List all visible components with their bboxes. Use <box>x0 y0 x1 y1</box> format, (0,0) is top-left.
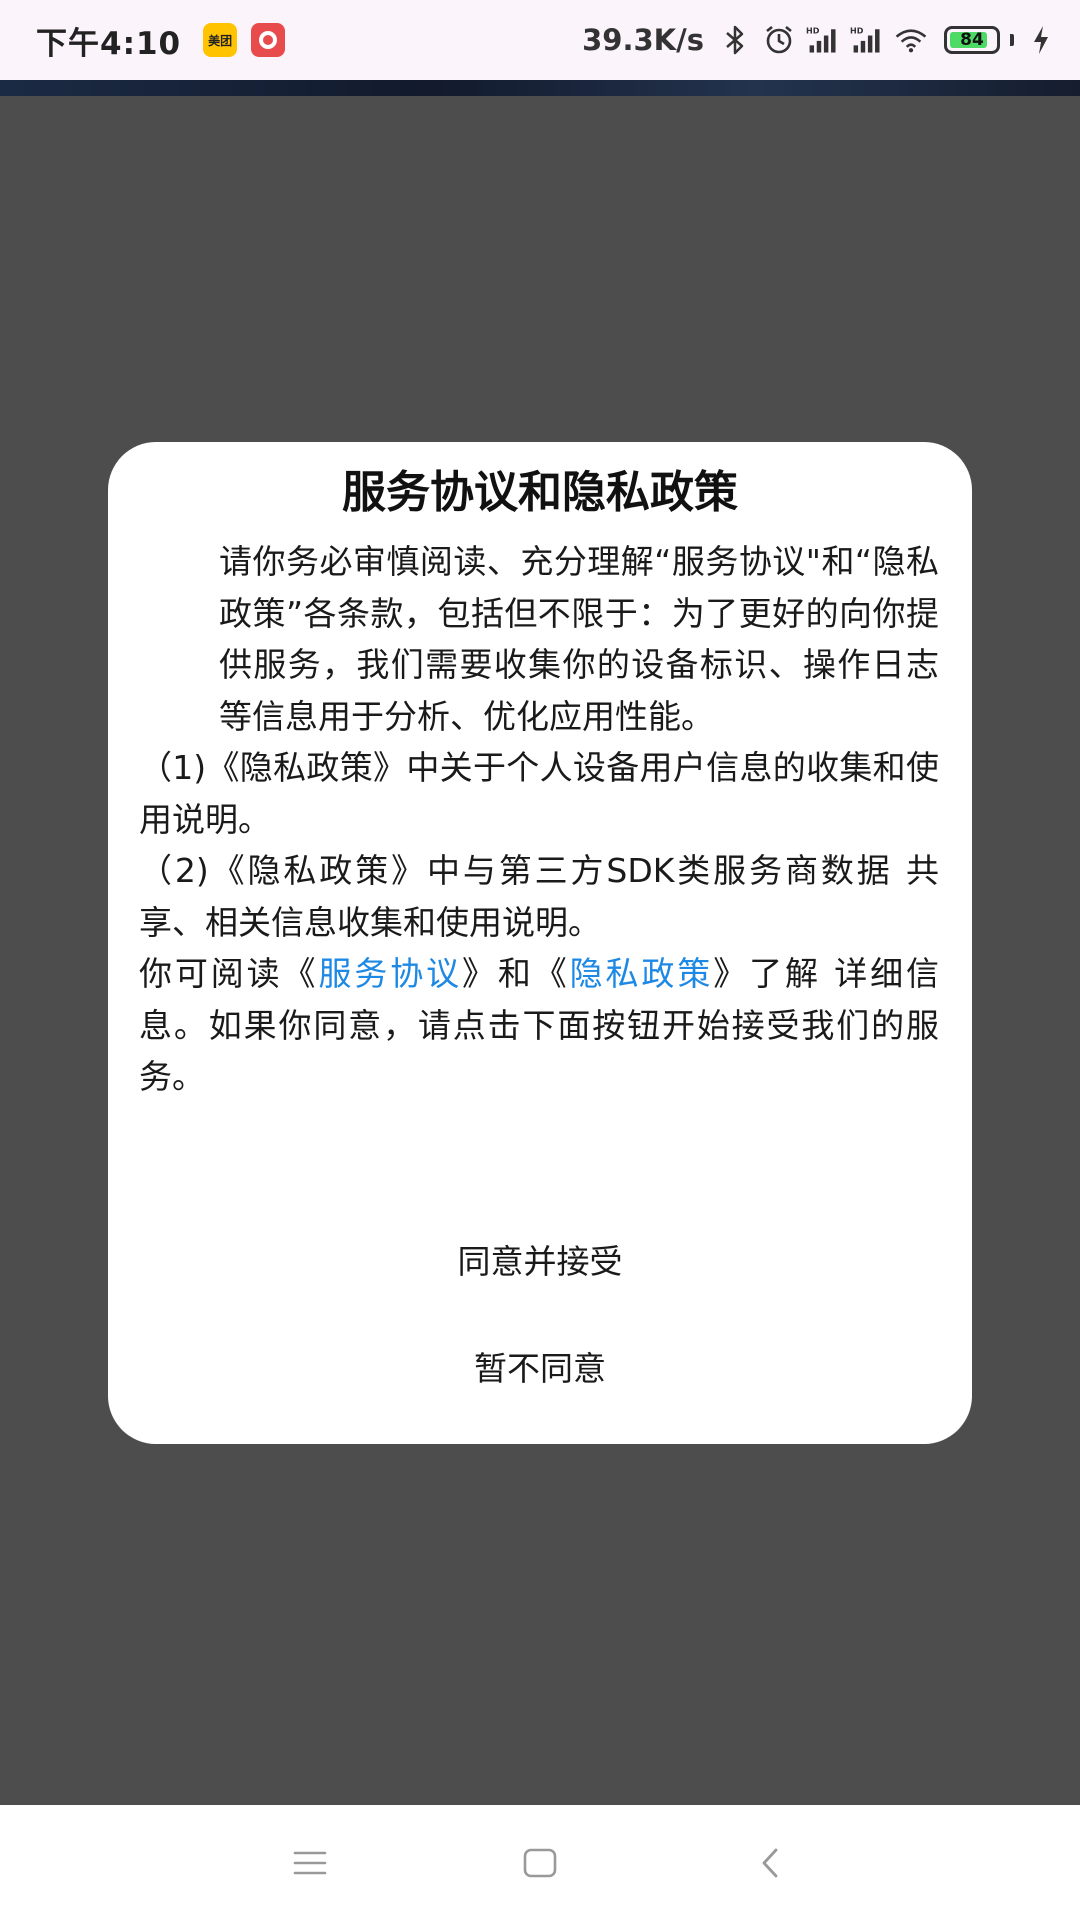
svg-text:HD: HD <box>806 27 820 36</box>
battery-level: 84 <box>960 30 984 50</box>
closing-prefix: 你可阅读《 <box>139 954 319 993</box>
home-icon[interactable] <box>510 1833 570 1893</box>
disagree-button[interactable]: 暂不同意 <box>108 1339 972 1399</box>
svg-text:HD: HD <box>850 27 864 36</box>
status-right-group: 39.3K/s HD HD 84 <box>582 23 1058 57</box>
dialog-closing: 你可阅读《服务协议》和《隐私政策》了解 详细信息。如果你同意，请点击下面按钮开始… <box>139 948 939 1103</box>
meituan-app-icon: 美团 <box>203 23 238 57</box>
dialog-item-2: （2)《隐私政策》中与第三方SDK类服务商数据 共享、相关信息收集和使用说明。 <box>139 851 939 942</box>
signal-hd-icon: HD <box>850 23 884 57</box>
dialog-intro: 请你务必审慎阅读、充分理解“服务协议"和“隐私政策”各条款，包括但不限于：为了更… <box>219 542 939 736</box>
alarm-icon <box>762 23 796 57</box>
status-time: 下午4:10 <box>36 25 182 62</box>
charging-icon <box>1024 23 1058 57</box>
dialog-item-1: （1)《隐私政策》中关于个人设备用户信息的收集和使用说明。 <box>139 748 939 839</box>
status-bar: 下午4:10 美团 39.3K/s HD HD 84 <box>0 0 1080 80</box>
battery-tip <box>1010 34 1014 46</box>
privacy-dialog: 服务协议和隐私政策 请你务必审慎阅读、充分理解“服务协议"和“隐私政策”各条款，… <box>108 442 972 1444</box>
red-app-icon <box>251 23 286 57</box>
bluetooth-icon <box>718 23 752 57</box>
closing-middle: 》和《 <box>461 954 570 993</box>
battery-icon: 84 <box>944 26 1000 54</box>
signal-hd-icon: HD <box>806 23 840 57</box>
menu-icon[interactable] <box>280 1833 340 1893</box>
dialog-title: 服务协议和隐私政策 <box>342 467 738 518</box>
wifi-icon <box>894 23 928 57</box>
background-header-strip <box>0 80 1080 96</box>
back-icon[interactable] <box>740 1833 800 1893</box>
service-agreement-link[interactable]: 服务协议 <box>318 954 462 993</box>
agree-button[interactable]: 同意并接受 <box>108 1232 972 1292</box>
privacy-policy-link[interactable]: 隐私政策 <box>570 954 714 993</box>
dialog-body: 请你务必审慎阅读、充分理解“服务协议"和“隐私政策”各条款，包括但不限于：为了更… <box>139 536 939 1103</box>
navigation-bar <box>0 1805 1080 1920</box>
network-speed: 39.3K/s <box>582 23 704 57</box>
